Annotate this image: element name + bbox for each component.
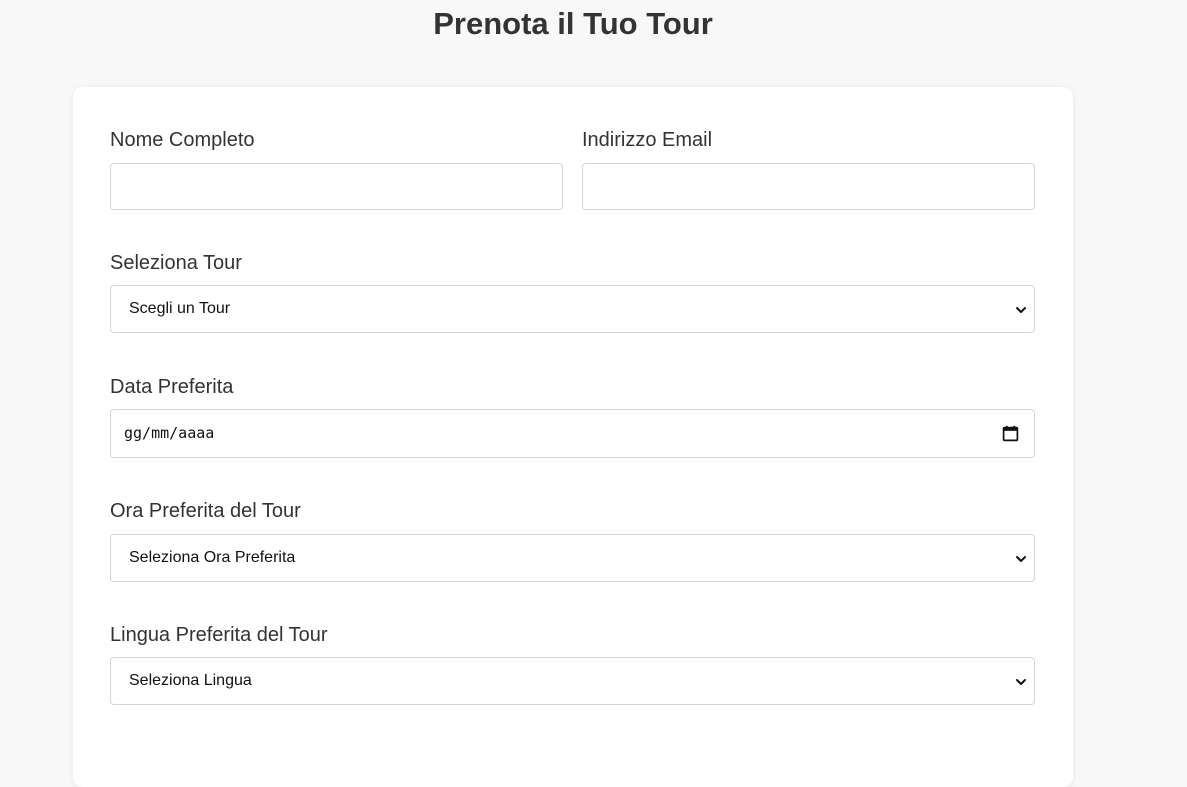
email-input[interactable] [582,163,1035,210]
language-select-value: Seleziona Lingua [129,672,252,689]
chevron-down-icon [1016,556,1026,562]
chevron-down-icon [1016,307,1026,313]
language-label: Lingua Preferita del Tour [110,624,328,646]
email-label: Indirizzo Email [582,129,713,151]
time-select[interactable]: Seleziona Ora Preferita [110,534,1035,582]
tour-select-value: Scegli un Tour [129,300,231,317]
tour-label: Seleziona Tour [110,252,242,274]
full-name-label: Nome Completo [110,129,255,151]
booking-form: Nome Completo Indirizzo Email Seleziona … [73,87,1073,787]
time-label: Ora Preferita del Tour [110,500,301,522]
calendar-icon[interactable] [1002,425,1019,442]
date-placeholder: gg/mm/aaaa [124,424,215,442]
date-label: Data Preferita [110,376,234,398]
full-name-input[interactable] [110,163,563,210]
language-select[interactable]: Seleziona Lingua [110,657,1035,705]
time-select-value: Seleziona Ora Preferita [129,549,296,566]
tour-select[interactable]: Scegli un Tour [110,285,1035,333]
page-title: Prenota il Tuo Tour [433,6,713,41]
date-input[interactable]: gg/mm/aaaa [110,409,1035,458]
chevron-down-icon [1016,679,1026,685]
